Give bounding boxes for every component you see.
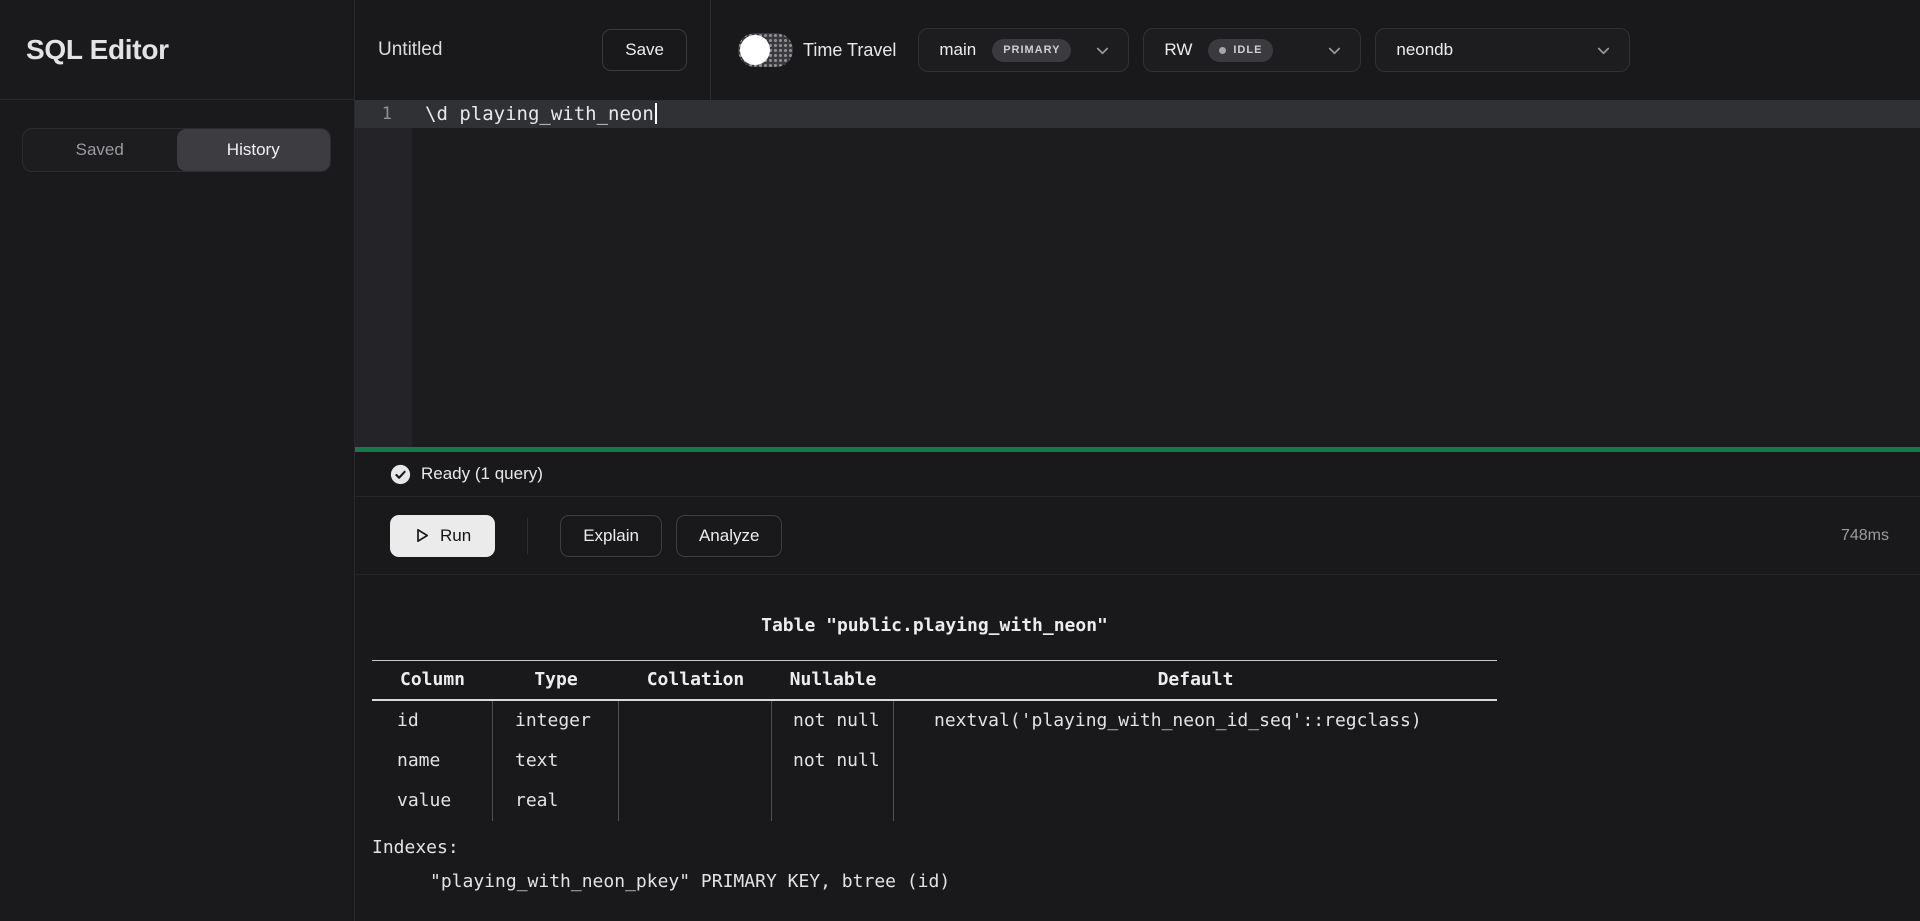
column-header: Default [894,661,1497,699]
table-cell: not null [772,741,894,781]
actionbar-divider [527,518,528,554]
chevron-down-icon [1093,41,1112,60]
table-cell [619,701,772,741]
status-bar: Ready (1 query) [355,452,1920,497]
table-cell: id [372,701,493,741]
column-header: Column [372,661,493,699]
branch-dropdown[interactable]: main PRIMARY [918,28,1129,72]
save-button[interactable]: Save [602,29,687,71]
connection-controls: Time Travel main PRIMARY RW IDLE neondb [711,0,1920,100]
database-name: neondb [1396,40,1453,60]
toggle-knob [740,35,770,65]
idle-status-badge: IDLE [1208,39,1273,62]
explain-button[interactable]: Explain [560,515,662,557]
text-cursor [655,103,657,124]
table-cell: not null [772,701,894,741]
sql-editor-app: SQL Editor Saved History Untitled Save T… [0,0,1920,921]
success-check-icon [390,464,411,485]
play-icon [414,527,430,544]
line-number: 1 [355,104,392,124]
sidebar-header: SQL Editor [0,0,354,100]
table-row: value real [372,781,1497,821]
table-cell [772,781,894,821]
table-cell: text [493,741,619,781]
chevron-down-icon [1325,41,1344,60]
table-header-row: Column Type Collation Nullable Default [372,660,1497,701]
table-row: name text not null [372,741,1497,781]
line-number-gutter [355,100,412,447]
column-header: Nullable [772,661,894,699]
indexes-label: Indexes: [372,837,1497,858]
table-cell [619,781,772,821]
code-line: \d playing_with_neon [425,103,657,125]
query-title-section: Untitled Save [355,0,710,100]
table-row: id integer not null nextval('playing_wit… [372,701,1497,741]
status-dot-icon [1219,47,1226,54]
query-title: Untitled [378,39,442,61]
analyze-button[interactable]: Analyze [676,515,782,557]
idle-status-text: IDLE [1233,44,1262,56]
table-title: Table "public.playing_with_neon" [372,615,1497,636]
sql-editor-area[interactable]: 1 \d playing_with_neon [355,100,1920,447]
primary-badge: PRIMARY [992,39,1071,62]
table-cell [894,781,1497,821]
column-header: Type [493,661,619,699]
status-message: Ready (1 query) [421,464,543,484]
table-cell: nextval('playing_with_neon_id_seq'::regc… [894,701,1497,741]
table-cell: real [493,781,619,821]
compute-name: RW [1164,40,1192,60]
page-title: SQL Editor [26,34,169,66]
saved-history-segmented-control: Saved History [22,128,331,172]
chevron-down-icon [1594,41,1613,60]
tab-saved[interactable]: Saved [23,129,177,171]
time-travel-label: Time Travel [803,40,896,61]
time-travel-toggle[interactable] [738,33,793,67]
compute-dropdown[interactable]: RW IDLE [1143,28,1361,72]
results-panel: Table "public.playing_with_neon" Column … [355,575,1920,921]
table-cell: integer [493,701,619,741]
branch-name: main [939,40,976,60]
column-header: Collation [619,661,772,699]
action-bar: Run Explain Analyze 748ms [355,497,1920,575]
run-button[interactable]: Run [390,515,495,557]
database-dropdown[interactable]: neondb [1375,28,1630,72]
table-cell [619,741,772,781]
editor-active-line: 1 \d playing_with_neon [355,100,1920,128]
table-cell [894,741,1497,781]
query-duration: 748ms [1841,527,1889,545]
sidebar: SQL Editor Saved History [0,0,355,921]
table-cell: name [372,741,493,781]
result-table: Table "public.playing_with_neon" Column … [372,615,1497,892]
table-cell: value [372,781,493,821]
index-definition: "playing_with_neon_pkey" PRIMARY KEY, bt… [430,871,1497,892]
topbar: Untitled Save Time Travel main PRIMARY R… [355,0,1920,100]
main-panel: Untitled Save Time Travel main PRIMARY R… [355,0,1920,921]
tab-history[interactable]: History [177,129,331,171]
